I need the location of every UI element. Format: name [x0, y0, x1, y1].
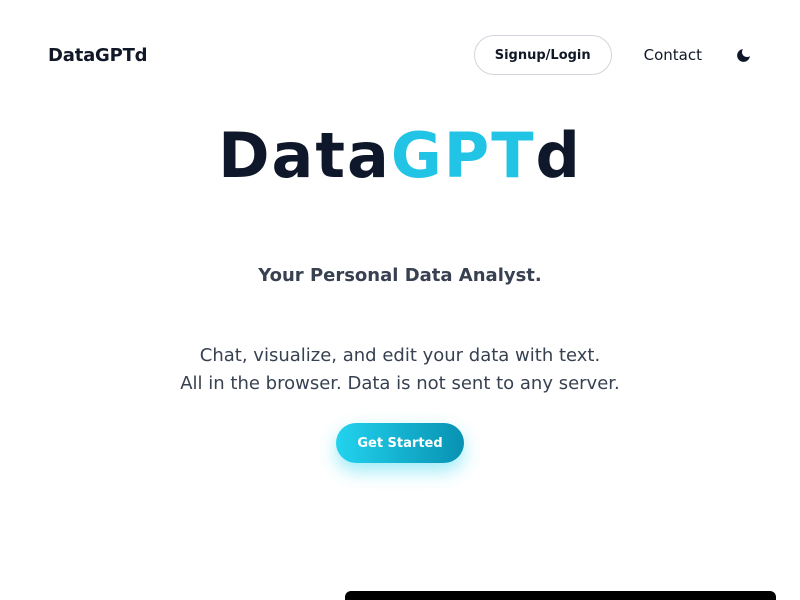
- moon-icon: [736, 48, 750, 62]
- brand-logo[interactable]: DataGPTd: [48, 45, 148, 66]
- hero-title: DataGPTd: [0, 118, 800, 194]
- theme-toggle-button[interactable]: [734, 46, 752, 64]
- get-started-button[interactable]: Get Started: [336, 423, 464, 463]
- description-line-1: Chat, visualize, and edit your data with…: [199, 345, 601, 366]
- hero-title-gpt: GPT: [390, 119, 536, 192]
- hero-description: Chat, visualize, and edit your data with…: [0, 342, 800, 398]
- app-preview-panel: [345, 591, 776, 600]
- top-navbar: DataGPTd Signup/Login Contact: [48, 34, 752, 76]
- signup-login-button[interactable]: Signup/Login: [473, 35, 612, 75]
- hero-title-d: d: [535, 119, 582, 192]
- cta-container: Get Started: [0, 423, 800, 463]
- contact-link[interactable]: Contact: [644, 46, 702, 64]
- landing-page: DataGPTd Signup/Login Contact DataGPTd Y…: [0, 0, 800, 600]
- description-line-2: All in the browser. Data is not sent to …: [180, 373, 620, 394]
- hero-title-data: Data: [218, 119, 391, 192]
- hero-tagline: Your Personal Data Analyst.: [258, 265, 542, 286]
- nav-menu: Signup/Login Contact: [473, 35, 752, 75]
